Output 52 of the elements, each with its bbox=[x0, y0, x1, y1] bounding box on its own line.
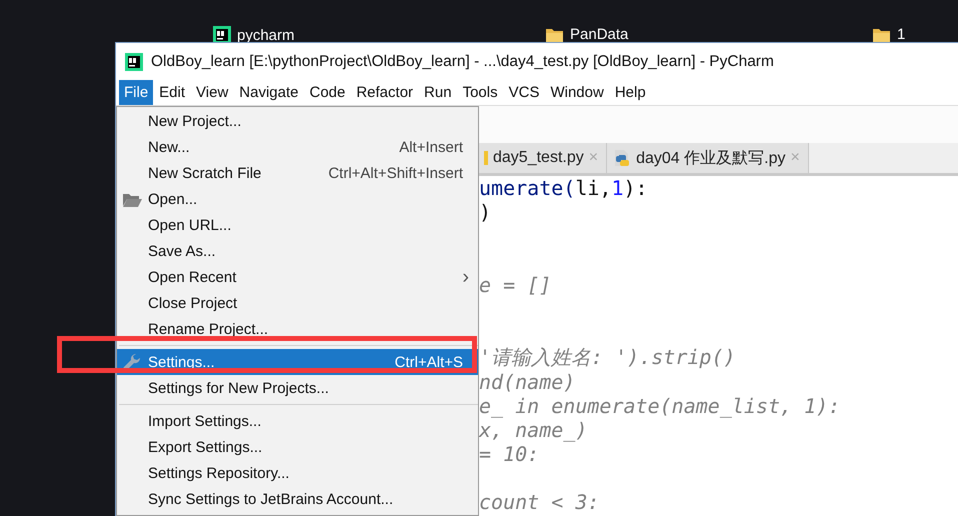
menu-item[interactable]: VCS bbox=[504, 80, 544, 105]
code-line: count < 3: bbox=[479, 490, 600, 514]
code-line: e = [] bbox=[479, 272, 552, 297]
menu-item[interactable]: Settings Repository... bbox=[117, 460, 478, 486]
menu-item[interactable]: Open Recent › bbox=[117, 264, 478, 290]
shortcut-label: Ctrl+Alt+Shift+Insert bbox=[328, 164, 463, 182]
submenu-arrow-icon: › bbox=[462, 266, 469, 288]
menu-item[interactable]: Code bbox=[304, 80, 350, 105]
menu-item[interactable]: Rename Project... bbox=[117, 316, 478, 342]
tab-label: day5_test.py bbox=[493, 149, 584, 167]
code-line: ) bbox=[479, 200, 492, 224]
menu-item[interactable]: Settings for New Projects... bbox=[117, 375, 478, 401]
app-icon bbox=[125, 52, 143, 70]
menu-item[interactable]: File bbox=[119, 80, 154, 105]
editor-tab[interactable]: day04 作业及默写.py × bbox=[607, 143, 809, 173]
python-file-icon bbox=[613, 149, 632, 167]
code-line: = 10: bbox=[479, 442, 540, 466]
menu-item[interactable]: Export Settings... bbox=[117, 434, 478, 460]
code-line: x, name_) bbox=[479, 418, 588, 442]
shortcut-label: Ctrl+Alt+S bbox=[394, 354, 463, 370]
menu-item[interactable]: Open... bbox=[117, 186, 478, 212]
folder-icon bbox=[545, 26, 564, 43]
menu-item[interactable]: Open URL... bbox=[117, 212, 478, 238]
menu-item[interactable]: Save As... bbox=[117, 238, 478, 264]
desktop-icon-label[interactable]: PanData bbox=[570, 26, 628, 43]
folder-icon bbox=[872, 26, 891, 43]
menu-item[interactable]: New Project... bbox=[117, 108, 478, 134]
shortcut-label: Alt+Insert bbox=[399, 138, 463, 156]
desktop-icon-label[interactable]: 1 bbox=[897, 26, 906, 43]
menu-item[interactable]: New... Alt+Insert bbox=[117, 134, 478, 160]
editor-tab[interactable]: day5_test.py × bbox=[478, 143, 608, 173]
window-title: OldBoy_learn [E:\pythonProject\OldBoy_learn] - ...\day4_test.py [OldBoy_learn] - PyCharm bbox=[151, 52, 774, 70]
code-line: umerate(li,1): bbox=[479, 176, 648, 200]
desktop-icon-label[interactable]: pycharm bbox=[237, 26, 295, 44]
tab-label: day04 作业及默写.py bbox=[636, 148, 786, 168]
menu-item[interactable]: View bbox=[191, 80, 234, 105]
folder-icon bbox=[123, 192, 142, 206]
file-icon bbox=[484, 151, 488, 165]
menu-item[interactable]: Navigate bbox=[234, 80, 304, 105]
menu-item[interactable]: Window bbox=[545, 80, 609, 105]
code-line: nd(name) bbox=[479, 370, 576, 394]
code-line: e_ in enumerate(name_list, 1): bbox=[479, 394, 840, 418]
menu-item[interactable]: Import Settings... bbox=[117, 408, 478, 434]
menu-item[interactable]: Refactor bbox=[351, 80, 418, 105]
menu-item[interactable]: Close Project bbox=[117, 290, 478, 316]
menu-item[interactable]: Sync Settings to JetBrains Account... bbox=[117, 486, 478, 512]
code-line: '请输入姓名: ').strip() bbox=[479, 345, 736, 370]
menu-item[interactable]: Run bbox=[419, 80, 457, 105]
menu-item[interactable]: Edit bbox=[154, 80, 190, 105]
menu-item[interactable]: Tools bbox=[458, 80, 503, 105]
menu-item[interactable]: New Scratch File Ctrl+Alt+Shift+Insert bbox=[117, 160, 478, 186]
menu-item[interactable]: Help bbox=[610, 80, 651, 105]
